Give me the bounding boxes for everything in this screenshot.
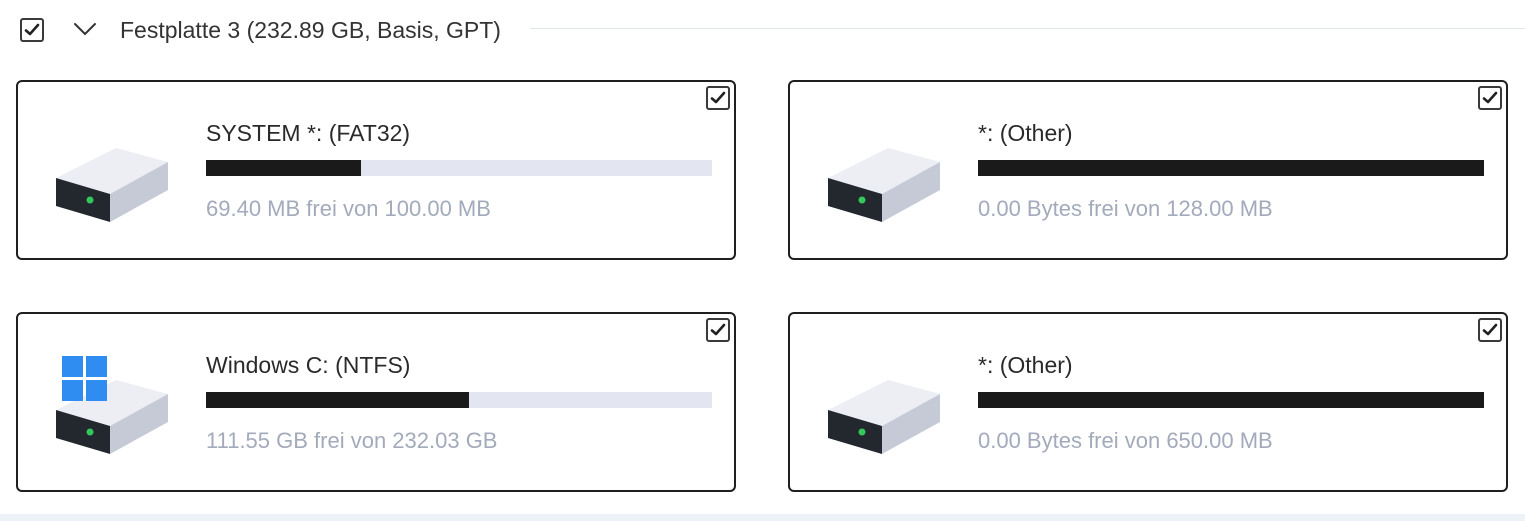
disk-select-checkbox[interactable]: [20, 18, 44, 42]
bottom-strip: [0, 514, 1525, 521]
usage-bar-fill: [978, 392, 1484, 408]
usage-bar: [978, 392, 1484, 408]
partition-card[interactable]: Windows C: (NTFS) 111.55 GB frei von 232…: [16, 312, 736, 492]
disk-header: Festplatte 3 (232.89 GB, Basis, GPT): [0, 0, 1525, 62]
drive-icon: [828, 148, 940, 222]
partition-free-space: 0.00 Bytes frei von 650.00 MB: [978, 428, 1273, 453]
header-divider: [530, 28, 1525, 29]
disk-title: Festplatte 3 (232.89 GB, Basis, GPT): [120, 17, 501, 43]
usage-bar-fill: [978, 160, 1484, 176]
partition-card[interactable]: *: (Other) 0.00 Bytes frei von 128.00 MB: [788, 80, 1508, 260]
usage-bar: [206, 392, 712, 408]
drive-icon: [828, 380, 940, 454]
partition-name: Windows C: (NTFS): [206, 352, 411, 378]
partition-select-checkbox[interactable]: [706, 86, 730, 110]
partition-select-checkbox[interactable]: [706, 318, 730, 342]
partition-free-space: 0.00 Bytes frei von 128.00 MB: [978, 196, 1273, 221]
partition-select-checkbox[interactable]: [1478, 318, 1502, 342]
checkmark-icon: [1482, 323, 1498, 336]
partition-free-space: 69.40 MB frei von 100.00 MB: [206, 196, 491, 221]
checkmark-icon: [710, 91, 726, 104]
drive-icon: [56, 148, 168, 222]
windows-drive-icon: [56, 356, 168, 454]
usage-bar: [206, 160, 712, 176]
checkmark-icon: [710, 323, 726, 336]
usage-bar-fill: [206, 392, 469, 408]
partition-select-checkbox[interactable]: [1478, 86, 1502, 110]
partition-card[interactable]: SYSTEM *: (FAT32) 69.40 MB frei von 100.…: [16, 80, 736, 260]
partition-free-space: 111.55 GB frei von 232.03 GB: [206, 428, 498, 453]
checkmark-icon: [24, 23, 40, 36]
partition-name: *: (Other): [978, 120, 1073, 146]
usage-bar: [978, 160, 1484, 176]
partition-name: SYSTEM *: (FAT32): [206, 120, 411, 146]
chevron-down-icon[interactable]: [72, 20, 98, 40]
partition-card[interactable]: *: (Other) 0.00 Bytes frei von 650.00 MB: [788, 312, 1508, 492]
usage-bar-fill: [206, 160, 361, 176]
checkmark-icon: [1482, 91, 1498, 104]
partition-name: *: (Other): [978, 352, 1073, 378]
